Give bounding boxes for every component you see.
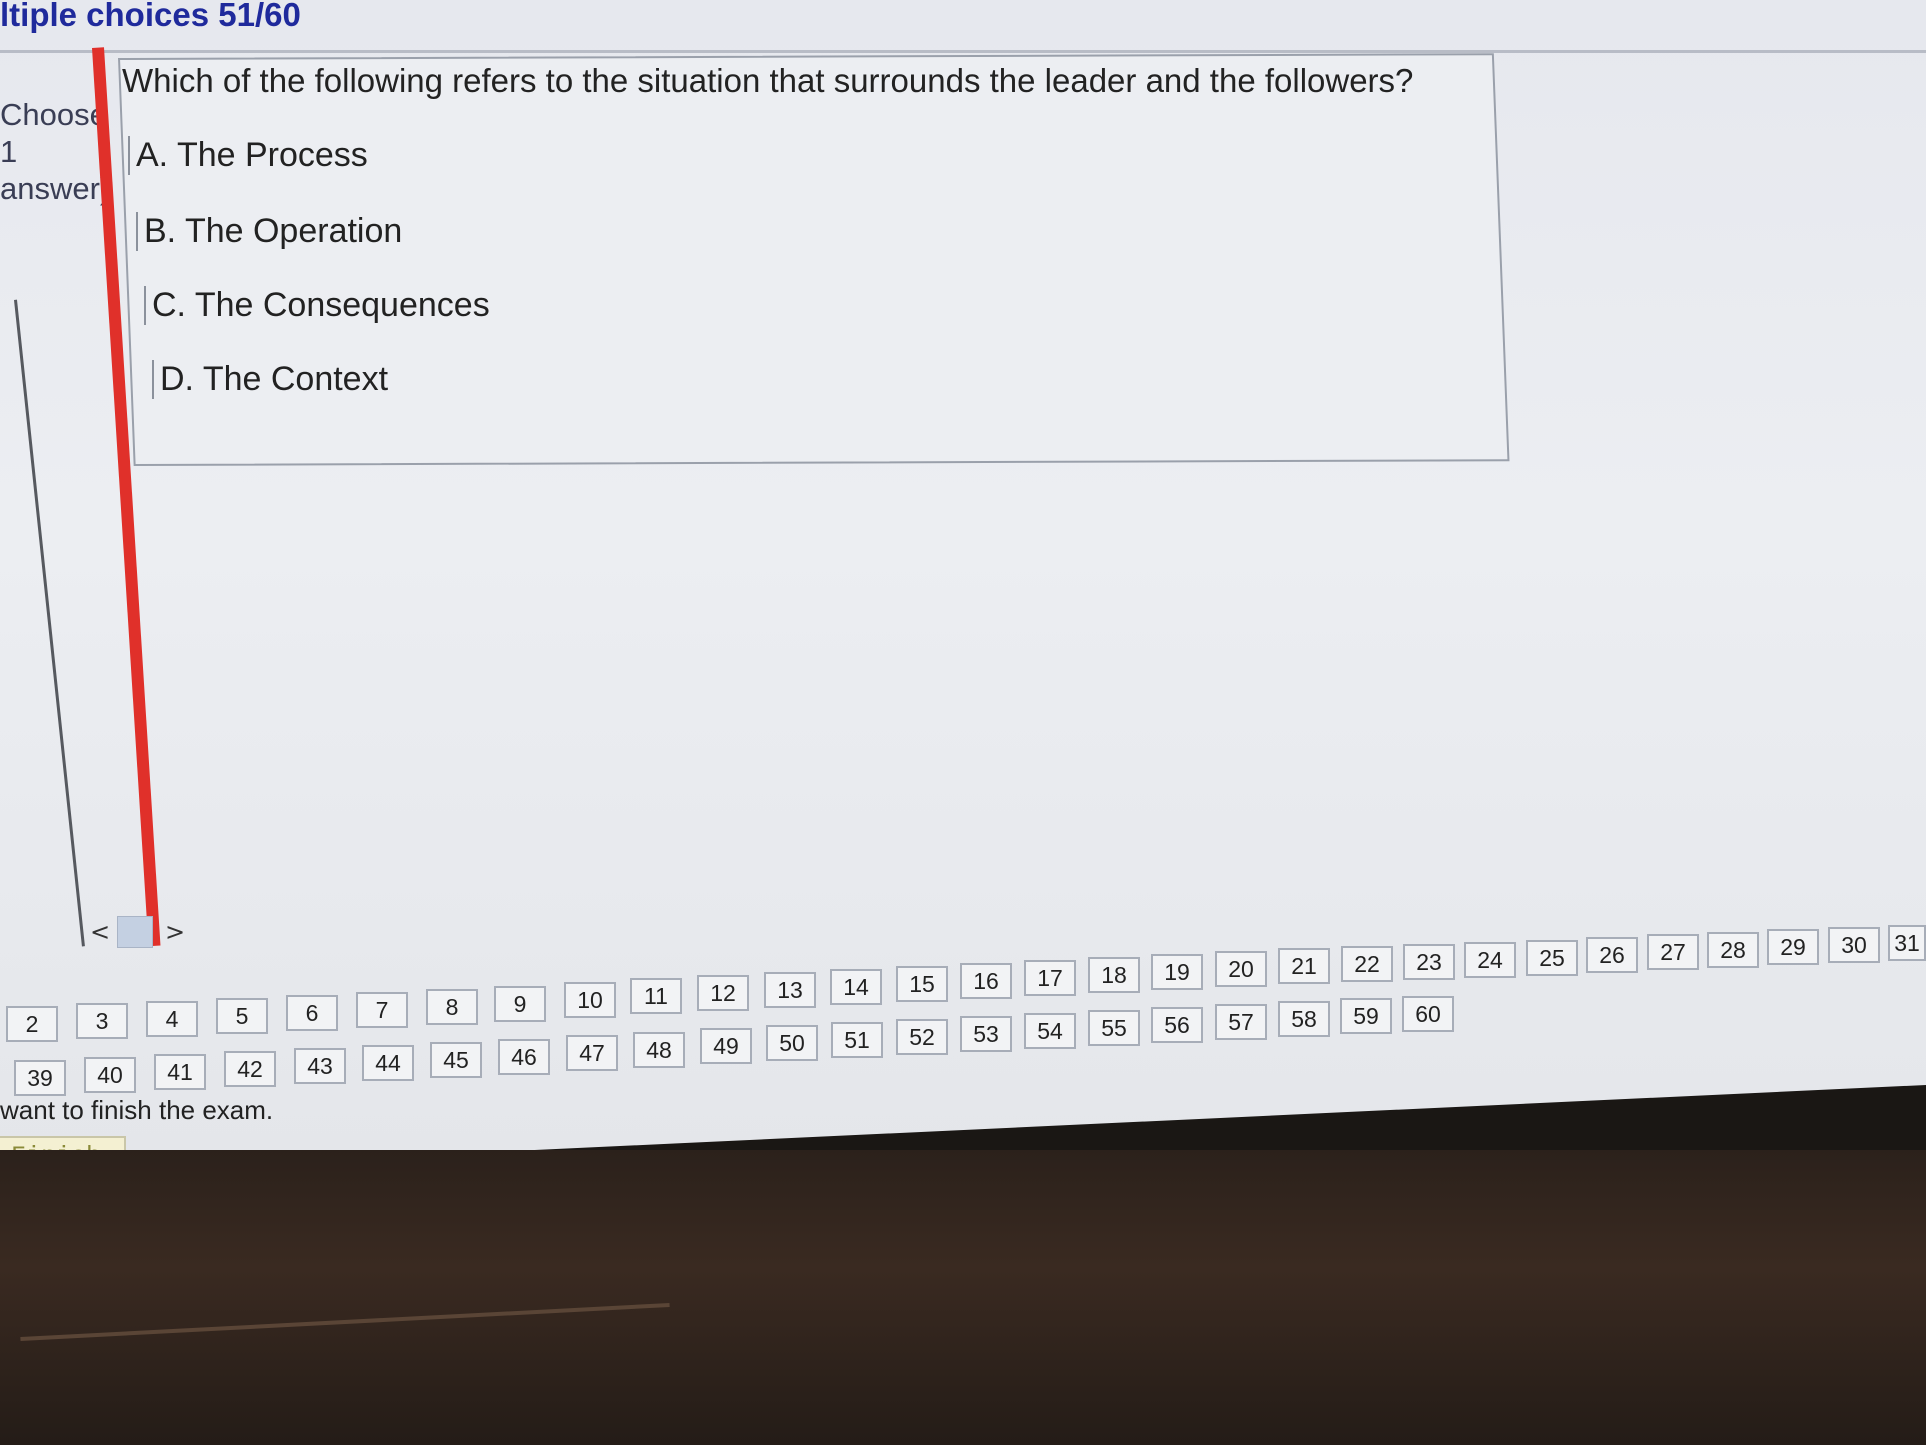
question-text: Which of the following refers to the sit… xyxy=(122,62,1414,99)
question-button[interactable]: 56 xyxy=(1151,1007,1203,1043)
question-button[interactable]: 6 xyxy=(286,995,338,1031)
question-button[interactable]: 28 xyxy=(1707,932,1759,968)
question-button[interactable]: 16 xyxy=(960,963,1012,999)
scroll-right-button[interactable]: > xyxy=(165,918,185,946)
question-button[interactable]: 31 xyxy=(1888,925,1926,961)
question-button[interactable]: 60 xyxy=(1402,996,1454,1032)
question-button[interactable]: 41 xyxy=(154,1054,206,1090)
option-d[interactable]: D. The Context xyxy=(152,360,388,399)
question-button[interactable]: 53 xyxy=(960,1016,1012,1052)
instruction-line: 1 xyxy=(0,134,18,169)
finish-prompt: want to finish the exam. xyxy=(0,1095,274,1125)
question-button[interactable]: 48 xyxy=(633,1032,685,1068)
question-button[interactable]: 2 xyxy=(6,1006,58,1042)
exam-screen: ltiple choices 51/60 Choose 1 answer) Wh… xyxy=(0,0,1926,1175)
header-divider xyxy=(0,50,1926,53)
question-button[interactable]: 51 xyxy=(831,1022,883,1058)
question-button[interactable]: 13 xyxy=(764,972,816,1008)
instruction-label: Choose 1 answer) xyxy=(0,96,111,207)
question-button[interactable]: 5 xyxy=(216,998,268,1034)
question-button[interactable]: 22 xyxy=(1341,946,1393,982)
page-title: ltiple choices 51/60 xyxy=(0,0,301,33)
question-button[interactable]: 54 xyxy=(1024,1013,1076,1049)
question-panel xyxy=(118,53,1510,466)
question-button[interactable]: 52 xyxy=(896,1019,948,1055)
desk-surface xyxy=(0,1150,1926,1445)
question-button[interactable]: 20 xyxy=(1215,951,1267,987)
question-button[interactable]: 24 xyxy=(1464,942,1516,978)
question-button[interactable]: 43 xyxy=(294,1048,346,1084)
question-button[interactable]: 4 xyxy=(146,1001,198,1037)
instruction-line: answer) xyxy=(0,171,111,206)
scroll-left-button[interactable]: < xyxy=(90,918,110,946)
question-button[interactable]: 57 xyxy=(1215,1004,1267,1040)
question-button[interactable]: 11 xyxy=(630,978,682,1014)
question-button[interactable]: 3 xyxy=(76,1003,128,1039)
question-button[interactable]: 46 xyxy=(498,1039,550,1075)
question-button[interactable]: 30 xyxy=(1828,927,1880,963)
question-button[interactable]: 7 xyxy=(356,992,408,1028)
question-button[interactable]: 10 xyxy=(564,982,616,1018)
option-b[interactable]: B. The Operation xyxy=(136,212,402,251)
question-button[interactable]: 49 xyxy=(700,1028,752,1064)
question-button[interactable]: 40 xyxy=(84,1057,136,1093)
question-button[interactable]: 42 xyxy=(224,1051,276,1087)
panel-divider xyxy=(14,299,85,947)
question-button[interactable]: 8 xyxy=(426,989,478,1025)
question-button[interactable]: 19 xyxy=(1151,954,1203,990)
question-button[interactable]: 44 xyxy=(362,1045,414,1081)
instruction-line: Choose xyxy=(0,97,107,132)
question-button[interactable]: 15 xyxy=(896,966,948,1002)
question-button[interactable]: 21 xyxy=(1278,948,1330,984)
question-button[interactable]: 14 xyxy=(830,969,882,1005)
desk-edge xyxy=(20,1302,670,1342)
option-c[interactable]: C. The Consequences xyxy=(144,286,490,325)
scroll-thumb[interactable] xyxy=(117,916,153,948)
question-button[interactable]: 27 xyxy=(1647,934,1699,970)
question-button[interactable]: 9 xyxy=(494,986,546,1022)
question-button[interactable]: 17 xyxy=(1024,960,1076,996)
option-a[interactable]: A. The Process xyxy=(128,136,368,175)
question-button[interactable]: 26 xyxy=(1586,937,1638,973)
question-button[interactable]: 12 xyxy=(697,975,749,1011)
question-button[interactable]: 25 xyxy=(1526,940,1578,976)
question-button[interactable]: 59 xyxy=(1340,998,1392,1034)
question-button[interactable]: 47 xyxy=(566,1035,618,1071)
question-button[interactable]: 18 xyxy=(1088,957,1140,993)
question-button[interactable]: 45 xyxy=(430,1042,482,1078)
question-button[interactable]: 23 xyxy=(1403,944,1455,980)
question-button[interactable]: 39 xyxy=(14,1060,66,1096)
question-button[interactable]: 58 xyxy=(1278,1001,1330,1037)
question-button[interactable]: 29 xyxy=(1767,929,1819,965)
question-button[interactable]: 50 xyxy=(766,1025,818,1061)
question-button[interactable]: 55 xyxy=(1088,1010,1140,1046)
